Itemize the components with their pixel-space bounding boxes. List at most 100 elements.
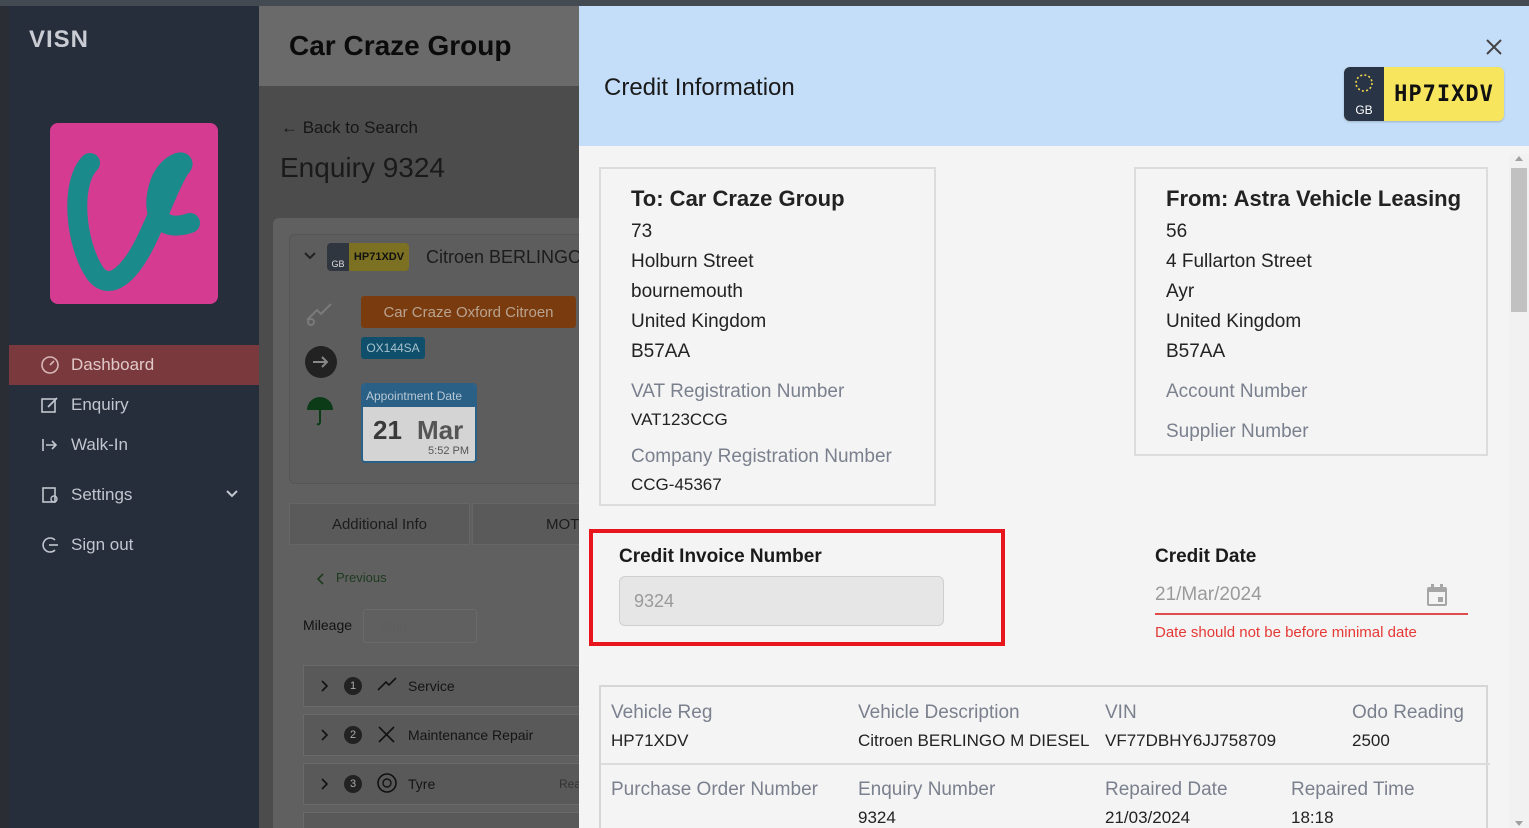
tools-icon <box>376 724 408 747</box>
appointment-time: 5:52 PM <box>428 445 469 457</box>
accordion-maintenance-repair[interactable]: 2 Maintenance Repair <box>303 714 589 756</box>
mileage-input[interactable]: 2500 <box>363 609 477 643</box>
previous-link[interactable]: Previous <box>336 570 387 585</box>
scroll-up-icon[interactable] <box>1515 156 1523 161</box>
nav-dashboard[interactable]: Dashboard <box>9 345 259 385</box>
credit-date-error: Date should not be before minimal date <box>1155 624 1417 641</box>
detail-value: 18:18 <box>1291 808 1334 827</box>
detail-value: HP71XDV <box>611 731 689 750</box>
tyre-icon <box>376 772 408 797</box>
close-icon[interactable] <box>1482 36 1506 60</box>
chevron-right-icon <box>304 729 344 741</box>
nav-enquiry[interactable]: Enquiry <box>9 385 259 425</box>
edit-icon <box>39 394 61 416</box>
from-heading: From: Astra Vehicle Leasing <box>1166 186 1462 211</box>
company-reg-value: CCG-45367 <box>631 475 722 494</box>
accordion-tyre[interactable]: 3 Tyre Rea <box>303 763 589 805</box>
to-line: Holburn Street <box>631 251 754 272</box>
credit-invoice-label: Credit Invoice Number <box>619 546 822 567</box>
chevron-right-icon <box>304 680 344 692</box>
table-divider <box>601 763 1490 765</box>
accordion-label: Service <box>408 678 455 694</box>
enquiry-title: Enquiry 9324 <box>280 152 446 183</box>
enquiry-tabs: Additional Info MOT <box>289 503 589 545</box>
accordion-label: Tyre <box>408 776 436 792</box>
company-title: Car Craze Group <box>289 30 512 61</box>
credit-date-input[interactable]: 21/Mar/2024 <box>1155 584 1262 606</box>
supplier-number-label: Supplier Number <box>1166 421 1309 442</box>
to-line: B57AA <box>631 341 691 362</box>
plate-number: HP7IXDV <box>1394 81 1494 107</box>
detail-value: 2500 <box>1352 731 1390 750</box>
detail-label: Repaired Time <box>1291 779 1415 800</box>
vehicle-plate-mini: GB HP71XDV <box>327 243 409 271</box>
nav-settings[interactable]: Settings <box>9 475 259 515</box>
service-icon <box>376 676 408 697</box>
sign-out-icon <box>39 534 61 556</box>
nav-sign-out[interactable]: Sign out <box>9 525 259 565</box>
detail-value: 9324 <box>858 808 896 827</box>
eu-stars-icon <box>1354 73 1374 96</box>
from-line: United Kingdom <box>1166 311 1302 332</box>
tab-mot[interactable]: MOT <box>472 503 589 545</box>
from-line: 4 Fullarton Street <box>1166 251 1312 272</box>
accordion-number: 3 <box>344 775 362 793</box>
window-left-edge <box>0 6 9 828</box>
detail-label: Vehicle Description <box>858 702 1020 723</box>
vehicle-plate: GB HP7IXDV <box>1344 67 1504 121</box>
plate-country: GB <box>1355 103 1373 117</box>
vat-value: VAT123CCG <box>631 410 728 429</box>
credit-invoice-input[interactable]: 9324 <box>619 576 944 626</box>
appointment-label: Appointment Date <box>363 385 475 407</box>
nav-enquiry-label: Enquiry <box>71 395 129 414</box>
accordion-number: 1 <box>344 677 362 695</box>
mileage-label: Mileage <box>303 617 353 633</box>
dealer-tag: Car Craze Oxford Citroen <box>361 296 576 328</box>
nav-walk-in-label: Walk-In <box>71 435 128 454</box>
from-line: 56 <box>1166 221 1188 242</box>
detail-value: 21/03/2024 <box>1105 808 1191 827</box>
appointment-date-card: Appointment Date 21 Mar 5:52 PM <box>361 383 477 463</box>
settings-icon <box>39 484 61 506</box>
arrow-in-icon <box>304 345 338 384</box>
umbrella-icon <box>305 396 335 431</box>
detail-value: Citroen BERLINGO M DIESEL <box>858 731 1090 750</box>
chevron-down-icon[interactable] <box>225 485 239 505</box>
chevron-left-icon[interactable] <box>316 572 326 590</box>
detail-label: Purchase Order Number <box>611 779 818 800</box>
scrollbar-thumb[interactable] <box>1511 168 1527 312</box>
detail-label: Repaired Date <box>1105 779 1228 800</box>
plate-country: GB <box>327 243 349 271</box>
calendar-icon[interactable] <box>1426 583 1448 607</box>
accordion-number: 2 <box>344 726 362 744</box>
to-address-box: To: Car Craze Group 73 Holburn Street bo… <box>599 167 936 506</box>
dashboard-icon <box>39 354 61 376</box>
appointment-month: Mar <box>417 415 464 445</box>
accordion-more[interactable] <box>303 812 589 828</box>
app-logo <box>50 123 218 304</box>
vehicle-name: Citroen BERLINGO <box>426 247 583 267</box>
scroll-down-icon[interactable] <box>1515 821 1523 826</box>
to-line: bournemouth <box>631 281 743 302</box>
nav-dashboard-label: Dashboard <box>71 355 155 374</box>
accordion-label: Maintenance Repair <box>408 727 534 743</box>
plate-number: HP71XDV <box>353 251 405 263</box>
sidebar: VISN Dashboard Enquiry Walk-In Settings <box>9 6 259 828</box>
accordion-service[interactable]: 1 Service <box>303 665 589 707</box>
nav-walk-in[interactable]: Walk-In <box>9 425 259 465</box>
from-address-box: From: Astra Vehicle Leasing 56 4 Fullart… <box>1134 167 1488 456</box>
modal-scrollbar[interactable] <box>1509 154 1529 828</box>
to-heading: To: Car Craze Group <box>631 186 845 211</box>
chevron-down-icon[interactable] <box>303 249 317 268</box>
back-to-search-link[interactable]: ← Back to Search <box>281 118 418 138</box>
nav-sign-out-label: Sign out <box>71 535 134 554</box>
detail-label: Enquiry Number <box>858 779 996 800</box>
tab-additional-info[interactable]: Additional Info <box>289 503 470 545</box>
vat-label: VAT Registration Number <box>631 381 845 402</box>
postcode-tag: OX144SA <box>361 337 425 359</box>
chevron-right-icon <box>304 778 344 790</box>
service-icon <box>303 298 337 333</box>
vehicle-details-table: Vehicle Reg HP71XDV Vehicle Description … <box>599 685 1490 828</box>
detail-label: VIN <box>1105 702 1137 723</box>
accordion-extra: Rea <box>559 777 582 791</box>
